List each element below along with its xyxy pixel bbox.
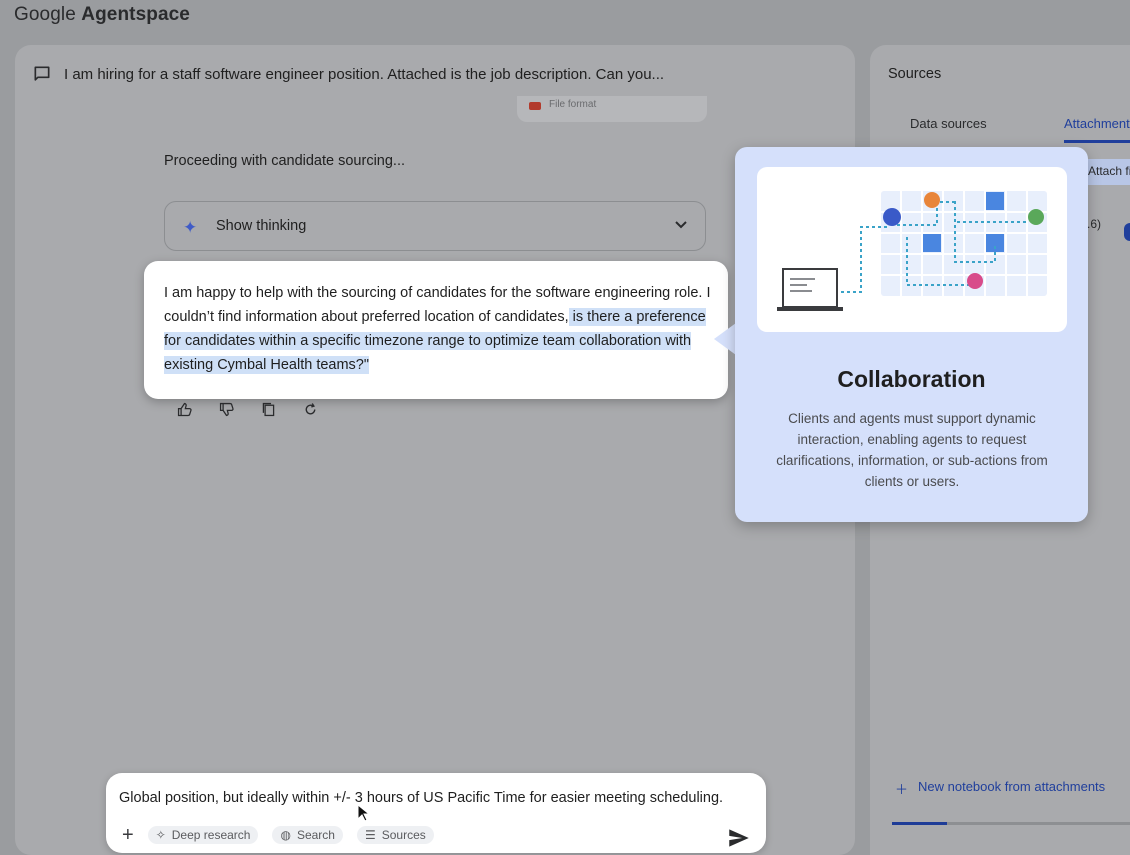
collaboration-illustration xyxy=(757,167,1067,332)
toggle-edge[interactable] xyxy=(1124,223,1130,241)
file-chip[interactable]: File format xyxy=(517,96,707,122)
assistant-response-card: I am happy to help with the sourcing of … xyxy=(144,261,728,399)
app-name-main: Agentspace xyxy=(81,4,190,25)
add-icon[interactable]: + xyxy=(122,825,134,845)
storage-progress xyxy=(892,822,1130,825)
sparkle-icon: ✦ xyxy=(183,218,198,237)
copy-icon[interactable] xyxy=(260,401,277,418)
thumbs-down-icon[interactable] xyxy=(218,401,235,418)
new-notebook-label: New notebook from attachments xyxy=(918,779,1106,794)
show-thinking-toggle[interactable]: ✦ Show thinking xyxy=(164,201,706,251)
send-icon[interactable] xyxy=(726,825,752,851)
composer-input[interactable]: Global position, but ideally within +/- … xyxy=(119,790,723,806)
collaboration-description: Clients and agents must support dynamic … xyxy=(776,411,1048,489)
message-composer[interactable]: Global position, but ideally within +/- … xyxy=(106,773,766,853)
response-actions xyxy=(176,401,319,418)
app-name-prefix: Google xyxy=(14,4,76,25)
deep-research-button[interactable]: ✧ Deep research xyxy=(147,826,259,844)
collaboration-popup: Collaboration Clients and agents must su… xyxy=(735,147,1088,522)
attach-file-label: Attach fi xyxy=(1088,164,1130,178)
search-label: Search xyxy=(296,828,335,842)
mouse-cursor-icon xyxy=(357,804,369,822)
attachment-count-fragment: .6) xyxy=(1087,217,1102,231)
chat-title: I am hiring for a staff software enginee… xyxy=(64,65,665,83)
assistant-response-text: I am happy to help with the sourcing of … xyxy=(164,281,712,377)
search-button[interactable]: ◍ Search xyxy=(272,826,343,844)
deep-research-icon: ✧ xyxy=(155,828,166,842)
deep-research-label: Deep research xyxy=(171,828,251,842)
show-thinking-label: Show thinking xyxy=(216,218,307,234)
chat-panel xyxy=(15,45,855,855)
thumbs-up-icon[interactable] xyxy=(176,401,193,418)
regenerate-icon[interactable] xyxy=(302,401,319,418)
plus-icon: ＋ xyxy=(895,782,909,797)
globe-icon: ◍ xyxy=(280,828,291,842)
composer-tools: + ✧ Deep research ◍ Search ☰ Sources xyxy=(122,825,434,845)
sources-title: Sources xyxy=(888,66,942,82)
collaboration-title: Collaboration xyxy=(837,366,986,392)
active-tab-indicator xyxy=(1064,140,1130,143)
chat-bubble-icon xyxy=(34,66,50,81)
tab-attachments[interactable]: Attachments xyxy=(1064,116,1130,131)
app-title: Google Agentspace xyxy=(14,4,190,26)
collaboration-diagram xyxy=(777,191,1047,311)
popup-pointer xyxy=(714,323,736,355)
sources-button[interactable]: ☰ Sources xyxy=(356,826,434,844)
storage-progress-fill xyxy=(892,822,948,825)
sliders-icon: ☰ xyxy=(364,828,376,842)
file-format-label: File format xyxy=(549,99,597,110)
pdf-file-icon xyxy=(529,102,541,110)
sources-label: Sources xyxy=(381,828,426,842)
chat-header: I am hiring for a staff software enginee… xyxy=(32,64,664,84)
tab-data-sources[interactable]: Data sources xyxy=(910,116,987,131)
chevron-down-icon[interactable] xyxy=(673,216,689,232)
new-notebook-button[interactable]: ＋ New notebook from attachments xyxy=(895,779,1105,798)
status-message: Proceeding with candidate sourcing... xyxy=(164,153,406,169)
